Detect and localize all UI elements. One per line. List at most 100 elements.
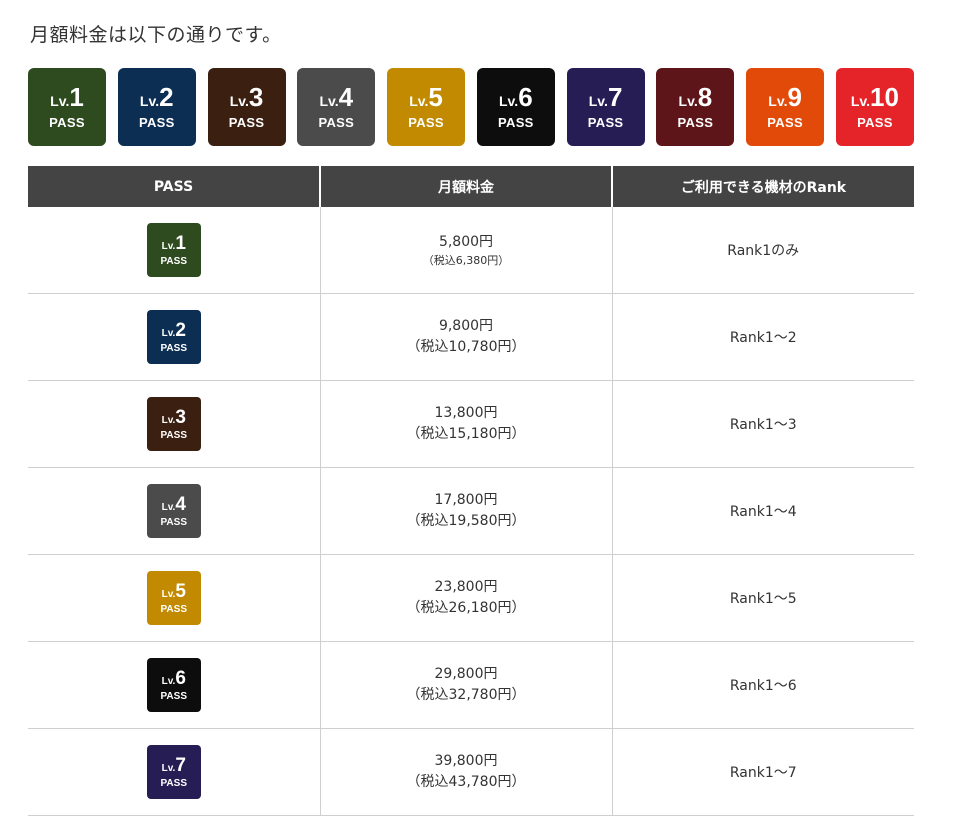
- table-row: Lv.2 PASS 9,800円 （税込10,780円） Rank1～2: [28, 293, 914, 381]
- pass-cell: Lv.5 PASS: [28, 554, 321, 642]
- badge-lv-prefix: Lv.: [161, 240, 176, 252]
- badge-level-number: 4: [175, 493, 186, 515]
- pass-badge-lv3[interactable]: Lv.3 PASS: [207, 68, 286, 146]
- price-tax-included: （税込32,780円）: [406, 687, 526, 703]
- badge-pass-label: PASS: [767, 115, 803, 130]
- rank-cell: Rank1～6: [612, 641, 914, 729]
- badge-lv-prefix: Lv.: [161, 414, 176, 426]
- table-row: Lv.5 PASS 23,800円 （税込26,180円） Rank1～5: [28, 554, 914, 642]
- pass-badge-row: Lv.1 PASS Lv.2 PASS Lv.3 PASS Lv.4 PASS …: [28, 68, 914, 146]
- badge-level-number: 7: [175, 754, 186, 776]
- price-cell: 17,800円 （税込19,580円）: [320, 467, 613, 555]
- pass-cell: Lv.6 PASS: [28, 641, 321, 729]
- badge-level-number: 7: [607, 82, 623, 112]
- header-pass: PASS: [28, 166, 321, 207]
- row-pass-badge: Lv.4 PASS: [146, 484, 201, 538]
- badge-lv-prefix: Lv.: [161, 675, 176, 687]
- badge-pass-label: PASS: [160, 516, 188, 528]
- intro-text: 月額料金は以下の通りです。: [30, 24, 282, 46]
- badge-lv-prefix: Lv.: [161, 588, 176, 600]
- pass-cell: Lv.4 PASS: [28, 467, 321, 555]
- price-tax-included: （税込43,780円）: [406, 774, 526, 790]
- badge-lv-prefix: Lv.: [229, 93, 249, 109]
- badge-lv-prefix: Lv.: [678, 93, 698, 109]
- rank-cell: Rank1～4: [612, 467, 914, 555]
- pass-badge-lv2[interactable]: Lv.2 PASS: [117, 68, 196, 146]
- badge-level-number: 5: [428, 82, 443, 112]
- price-amount: 5,800円: [438, 233, 494, 250]
- table-row: Lv.1 PASS 5,800円 （税込6,380円） Rank1のみ: [28, 207, 914, 294]
- price-amount: 13,800円: [434, 405, 498, 421]
- pass-badge-lv6[interactable]: Lv.6 PASS: [476, 68, 555, 146]
- badge-pass-label: PASS: [318, 115, 355, 130]
- row-pass-badge: Lv.6 PASS: [146, 658, 201, 712]
- badge-lv-prefix: Lv.: [319, 93, 339, 109]
- pass-cell: Lv.7 PASS: [28, 728, 321, 816]
- badge-pass-label: PASS: [408, 115, 444, 130]
- pass-badge-lv4[interactable]: Lv.4 PASS: [297, 68, 376, 146]
- rank-cell: Rank1のみ: [612, 207, 914, 294]
- badge-lv-prefix: Lv.: [409, 93, 429, 109]
- price-amount: 17,800円: [434, 492, 498, 508]
- price-amount: 29,800円: [434, 666, 498, 682]
- table-row: Lv.4 PASS 17,800円 （税込19,580円） Rank1～4: [28, 467, 914, 555]
- badge-pass-label: PASS: [160, 429, 188, 441]
- price-cell: 23,800円 （税込26,180円）: [320, 554, 613, 642]
- pass-cell: Lv.2 PASS: [28, 293, 321, 381]
- badge-lv-prefix: Lv.: [850, 93, 871, 109]
- badge-level-number: 3: [175, 406, 186, 428]
- row-pass-badge: Lv.3 PASS: [146, 397, 201, 451]
- rank-cell: Rank1～5: [612, 554, 914, 642]
- price-cell: 13,800円 （税込15,180円）: [320, 380, 613, 468]
- badge-lv-prefix: Lv.: [498, 93, 519, 109]
- badge-level-number: 6: [518, 82, 533, 112]
- pass-badge-lv1[interactable]: Lv.1 PASS: [28, 68, 106, 146]
- badge-level-number: 9: [787, 82, 802, 112]
- price-cell: 9,800円 （税込10,780円）: [320, 293, 613, 381]
- badge-lv-prefix: Lv.: [161, 762, 176, 774]
- pass-badge-lv10[interactable]: Lv.10 PASS: [835, 68, 914, 146]
- pass-badge-lv7[interactable]: Lv.7 PASS: [566, 68, 645, 146]
- badge-pass-label: PASS: [498, 115, 534, 130]
- badge-level-number: 8: [697, 82, 713, 112]
- pricing-table: PASS 月額料金 ご利用できる機材のRank Lv.1 PASS 5,800円…: [28, 166, 914, 816]
- badge-level-number: 10: [870, 82, 899, 112]
- price-tax-included: （税込6,380円）: [422, 253, 510, 267]
- badge-level-number: 2: [175, 319, 186, 341]
- badge-pass-label: PASS: [677, 115, 714, 130]
- badge-level-number: 5: [175, 580, 186, 602]
- rank-cell: Rank1～2: [612, 293, 914, 381]
- header-available-rank: ご利用できる機材のRank: [612, 166, 914, 207]
- price-cell: 5,800円 （税込6,380円）: [320, 207, 613, 294]
- badge-pass-label: PASS: [138, 115, 175, 130]
- rank-cell: Rank1～7: [612, 728, 914, 816]
- badge-lv-prefix: Lv.: [139, 93, 160, 109]
- pass-badge-lv8[interactable]: Lv.8 PASS: [656, 68, 735, 146]
- table-row: Lv.3 PASS 13,800円 （税込15,180円） Rank1～3: [28, 380, 914, 468]
- badge-lv-prefix: Lv.: [588, 93, 608, 109]
- price-tax-included: （税込10,780円）: [406, 339, 526, 355]
- badge-pass-label: PASS: [587, 115, 624, 130]
- badge-lv-prefix: Lv.: [768, 93, 788, 109]
- price-tax-included: （税込19,580円）: [406, 513, 526, 529]
- badge-lv-prefix: Lv.: [161, 501, 176, 513]
- price-cell: 39,800円 （税込43,780円）: [320, 728, 613, 816]
- badge-pass-label: PASS: [160, 255, 188, 267]
- pass-badge-lv9[interactable]: Lv.9 PASS: [746, 68, 825, 146]
- badge-level-number: 3: [248, 82, 264, 112]
- badge-pass-label: PASS: [160, 690, 188, 702]
- badge-level-number: 6: [175, 667, 186, 689]
- price-cell: 29,800円 （税込32,780円）: [320, 641, 613, 729]
- price-amount: 23,800円: [434, 579, 498, 595]
- badge-level-number: 1: [69, 82, 84, 112]
- badge-pass-label: PASS: [160, 603, 188, 615]
- badge-pass-label: PASS: [228, 115, 265, 130]
- badge-lv-prefix: Lv.: [50, 93, 70, 109]
- pass-badge-lv5[interactable]: Lv.5 PASS: [387, 68, 466, 146]
- badge-level-number: 1: [175, 232, 186, 254]
- price-amount: 9,800円: [438, 318, 494, 334]
- row-pass-badge: Lv.7 PASS: [146, 745, 201, 799]
- badge-level-number: 4: [338, 82, 354, 112]
- row-pass-badge: Lv.2 PASS: [146, 310, 201, 364]
- badge-pass-label: PASS: [857, 115, 893, 130]
